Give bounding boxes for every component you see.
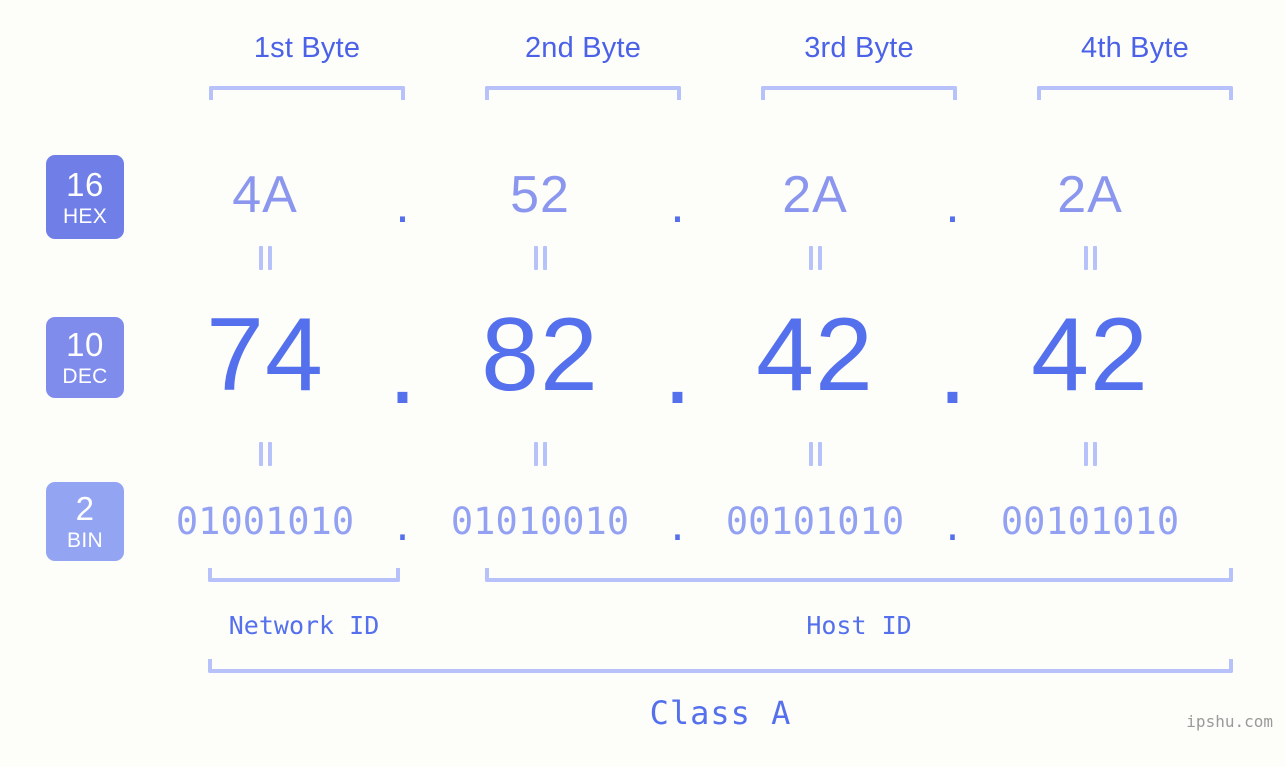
hex-byte-4: 2A	[1057, 166, 1123, 224]
hex-separator-1: .	[395, 176, 410, 234]
bin-byte-4: 00101010	[1000, 499, 1180, 543]
dec-byte-2: 82	[481, 296, 599, 413]
hex-value-row: 4A . 52 . 2A . 2A	[150, 150, 1250, 240]
class-label: Class A	[649, 694, 792, 732]
hex-byte-2: 52	[510, 166, 570, 224]
base-badge-bin-name: BIN	[67, 529, 103, 552]
equality-bar-icon	[258, 442, 263, 466]
bin-byte-3: 00101010	[725, 499, 905, 543]
equality-mark-7	[700, 442, 930, 466]
base-badge-hex-number: 16	[66, 165, 104, 203]
bin-separator-1: .	[391, 505, 414, 549]
bin-byte-1: 01001010	[175, 499, 355, 543]
equality-bar-icon	[267, 442, 272, 466]
equality-bar-icon	[258, 246, 263, 270]
equality-mark-6	[425, 442, 655, 466]
network-id-bracket	[208, 568, 400, 582]
equality-bar-icon	[542, 442, 547, 466]
base-badge-dec: 10 DEC	[46, 317, 124, 398]
byte-bracket-2	[485, 86, 681, 100]
dec-byte-1: 74	[206, 296, 324, 413]
dec-separator-3: .	[938, 309, 967, 426]
equality-bar-icon	[267, 246, 272, 270]
hex-byte-3: 2A	[782, 166, 848, 224]
bin-byte-2: 01010010	[450, 499, 630, 543]
equality-bar-icon	[808, 246, 813, 270]
byte-bracket-3	[761, 86, 957, 100]
base-badge-dec-number: 10	[66, 326, 104, 363]
network-id-label: Network ID	[228, 611, 380, 640]
equality-bar-icon	[817, 246, 822, 270]
hex-byte-1: 4A	[232, 166, 298, 224]
equality-bar-icon	[1083, 442, 1088, 466]
dec-separator-2: .	[663, 309, 692, 426]
bin-separator-3: .	[941, 505, 964, 549]
dec-separator-1: .	[388, 309, 417, 426]
dec-byte-3: 42	[756, 296, 874, 413]
class-bracket	[208, 659, 1233, 673]
equality-bar-icon	[533, 442, 538, 466]
byte-header-3: 3rd Byte	[804, 32, 914, 64]
ip-address-breakdown-diagram: 1st Byte 2nd Byte 3rd Byte 4th Byte 16 H…	[0, 0, 1285, 767]
binary-value-row: 01001010 . 01010010 . 00101010 . 0010101…	[150, 490, 1250, 552]
byte-header-4: 4th Byte	[1081, 32, 1189, 64]
equality-bar-icon	[1092, 246, 1097, 270]
equality-mark-5	[150, 442, 380, 466]
dec-byte-4: 42	[1031, 296, 1149, 413]
byte-bracket-4	[1037, 86, 1233, 100]
equality-bar-icon	[533, 246, 538, 270]
hex-separator-3: .	[945, 176, 960, 234]
equality-mark-2	[425, 246, 655, 270]
equality-mark-4	[975, 246, 1205, 270]
equality-mark-3	[700, 246, 930, 270]
equality-bar-icon	[1092, 442, 1097, 466]
equality-bar-icon	[542, 246, 547, 270]
decimal-value-row: 74 . 82 . 42 . 42	[150, 292, 1250, 426]
equality-mark-1	[150, 246, 380, 270]
hex-separator-2: .	[670, 176, 685, 234]
equality-bar-icon	[817, 442, 822, 466]
equality-row-dec-bin	[150, 442, 1250, 466]
equality-bar-icon	[1083, 246, 1088, 270]
equality-mark-8	[975, 442, 1205, 466]
base-badge-bin: 2 BIN	[46, 482, 124, 561]
equality-bar-icon	[808, 442, 813, 466]
byte-bracket-1	[209, 86, 405, 100]
base-badge-dec-name: DEC	[62, 365, 108, 388]
byte-header-1: 1st Byte	[253, 32, 361, 64]
base-badge-hex: 16 HEX	[46, 155, 124, 239]
byte-header-2: 2nd Byte	[524, 32, 642, 64]
base-badge-hex-name: HEX	[62, 204, 108, 228]
bin-separator-2: .	[666, 505, 689, 549]
host-id-label: Host ID	[806, 611, 912, 640]
site-watermark: ipshu.com	[1186, 712, 1273, 731]
equality-row-hex-dec	[150, 246, 1250, 270]
host-id-bracket	[485, 568, 1233, 582]
base-badge-bin-number: 2	[75, 490, 95, 527]
